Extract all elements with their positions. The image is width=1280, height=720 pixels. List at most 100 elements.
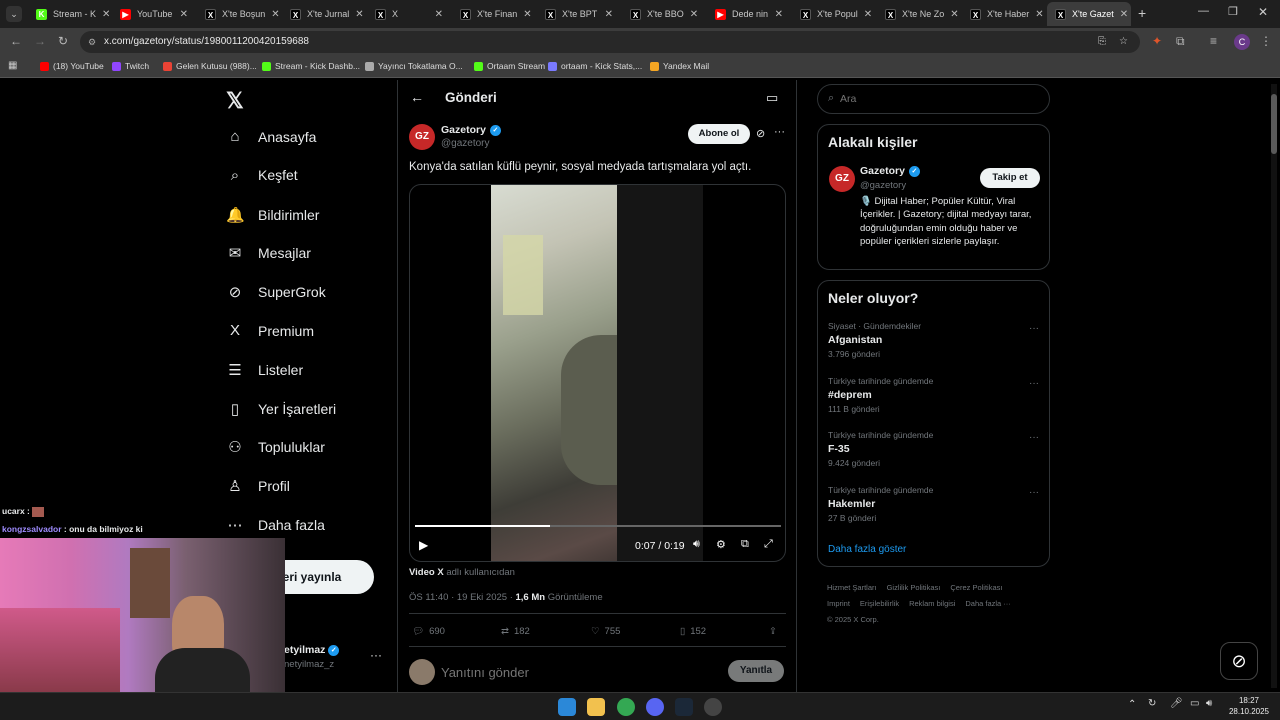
reload-icon[interactable]: ↻ (58, 34, 68, 48)
bookmark-item[interactable]: Twitch (112, 61, 149, 71)
footer-link[interactable]: Daha fazla ··· (965, 599, 1010, 608)
sidebar-item-premium[interactable]: X Premium (226, 322, 314, 339)
discord-icon[interactable] (646, 698, 664, 716)
show-more-link[interactable]: Daha fazla göster (828, 544, 906, 555)
trend-more-icon[interactable]: ··· (1029, 378, 1039, 389)
tray-chevron-icon[interactable]: ⌃ (1128, 699, 1136, 710)
tab-close-icon[interactable]: ✕ (1120, 9, 1128, 20)
tab-close-icon[interactable]: ✕ (775, 9, 783, 20)
footer-link[interactable]: Gizlilik Politikası (887, 583, 941, 592)
tab-close-icon[interactable]: ✕ (180, 9, 188, 20)
browser-tab[interactable]: X X'te Popul ✕ (792, 2, 876, 26)
browser-tab[interactable]: X X'te Gazet ✕ (1047, 2, 1131, 26)
x-logo-icon[interactable]: 𝕏 (226, 88, 244, 114)
trend-item[interactable]: Türkiye tarihinde gündemde Hakemler 27 B g… (828, 485, 933, 523)
video-progress-track[interactable] (415, 525, 781, 527)
grok-icon[interactable]: ⊘ (756, 127, 765, 140)
bookmark-item[interactable]: Yayıncı Tokatlama O... (365, 61, 463, 71)
trend-more-icon[interactable]: ··· (1029, 432, 1039, 443)
forward-icon[interactable]: → (34, 34, 46, 48)
sidebar-item-explore[interactable]: ⌕ Keşfet (226, 167, 298, 184)
trend-more-icon[interactable]: ··· (1029, 323, 1039, 334)
footer-link[interactable]: Erişilebilirlik (860, 599, 899, 608)
browser-tab[interactable]: K Stream - K ✕ (28, 2, 112, 26)
page-scrollbar[interactable] (1271, 84, 1277, 688)
media-control-icon[interactable]: ≡ (1210, 34, 1217, 48)
related-name-row[interactable]: Gazetory ✓ (860, 165, 920, 177)
video-player[interactable]: ▶ 0:07 / 0:19 🔊︎ ⚙ ⧉ ⤢ (409, 184, 786, 562)
maximize-button[interactable]: ❐ (1228, 5, 1238, 18)
sidebar-item-bookmarks[interactable]: ▯ Yer İşaretleri (226, 400, 336, 418)
account-name[interactable]: etyilmaz ✓ (284, 644, 340, 656)
back-icon[interactable]: ← (10, 34, 22, 48)
trend-item[interactable]: Siyaset · Gündemdekiler Afganistan 3.796 g… (828, 321, 921, 359)
fullscreen-icon[interactable]: ⤢ (764, 538, 773, 551)
browser-tab[interactable]: X X'te BPT ✕ (537, 2, 621, 26)
account-more-icon[interactable]: ··· (370, 648, 382, 662)
close-window-button[interactable]: ✕ (1258, 5, 1268, 19)
grok-float-button[interactable]: ⊘ (1220, 642, 1258, 680)
volume-icon[interactable]: 🔊︎ (693, 538, 700, 551)
sidebar-item-messages[interactable]: ✉ Mesajlar (226, 244, 311, 262)
file-explorer-icon[interactable] (587, 698, 605, 716)
related-avatar[interactable]: GZ (829, 166, 855, 192)
post-more-icon[interactable]: ··· (774, 126, 785, 138)
follow-button[interactable]: Takip et (980, 168, 1040, 188)
play-icon[interactable]: ▶ (419, 538, 428, 552)
bookmark-item[interactable]: Ortaam Stream (474, 61, 545, 71)
tab-close-icon[interactable]: ✕ (690, 9, 698, 20)
new-tab-button[interactable]: + (1138, 5, 1146, 21)
tab-close-icon[interactable]: ✕ (271, 9, 279, 20)
bookmark-action[interactable]: ▯ 152 (680, 626, 706, 637)
search-box[interactable]: ⌕ (817, 84, 1050, 114)
tab-close-icon[interactable]: ✕ (523, 9, 531, 20)
search-input[interactable] (840, 91, 1030, 107)
repost-action[interactable]: ⇄ 182 (501, 626, 530, 637)
tab-search-button[interactable]: ⌄ (6, 6, 22, 22)
sidebar-item-more[interactable]: ⋯ Daha fazla (226, 516, 325, 534)
bookmark-item[interactable]: Yandex Mail (650, 61, 709, 71)
apps-grid-icon[interactable]: ▦ (8, 60, 17, 71)
author-avatar[interactable]: GZ (409, 124, 435, 150)
bookmark-item[interactable]: ortaam - Kick Stats,... (548, 61, 642, 71)
minimize-button[interactable]: — (1198, 5, 1209, 17)
like-action[interactable]: ♡ 755 (591, 626, 620, 637)
sidebar-item-notifications[interactable]: 🔔 Bildirimler (226, 206, 319, 224)
browser-tab[interactable]: ▶ YouTube ✕ (112, 2, 196, 26)
scrollbar-thumb[interactable] (1271, 94, 1277, 154)
sidebar-item-communities[interactable]: ⚇ Topluluklar (226, 438, 325, 456)
browser-tab[interactable]: X X'te Finan ✕ (452, 2, 536, 26)
install-app-icon[interactable]: ⎘ (1098, 31, 1106, 53)
video-source-brand[interactable]: Video X (409, 567, 444, 578)
reader-view-icon[interactable]: ▭ (766, 90, 778, 106)
author-name-row[interactable]: Gazetory ✓ (441, 124, 501, 136)
trend-item[interactable]: Türkiye tarihinde gündemde F-35 9.424 gönd… (828, 430, 933, 468)
tray-sync-icon[interactable]: ↻ (1148, 698, 1156, 709)
footer-link[interactable]: Imprint (827, 599, 850, 608)
sidebar-item-lists[interactable]: ☰ Listeler (226, 361, 303, 379)
tab-close-icon[interactable]: ✕ (1035, 9, 1043, 20)
sidebar-item-profile[interactable]: ♙ Profil (226, 477, 290, 495)
start-icon[interactable] (558, 698, 576, 716)
chrome-icon[interactable] (617, 698, 635, 716)
browser-tab[interactable]: X X'te Haber ✕ (962, 2, 1046, 26)
sidebar-item-supergrok[interactable]: ⊘ SuperGrok (226, 283, 326, 301)
footer-link[interactable]: Reklam bilgisi (909, 599, 955, 608)
volume-tray-icon[interactable]: 🔊︎ (1206, 698, 1212, 709)
post-timestamp[interactable]: ÖS 11:40 · 19 Eki 2025 · (409, 592, 516, 603)
trend-more-icon[interactable]: ··· (1029, 487, 1039, 498)
reply-button[interactable]: Yanıtla (728, 660, 784, 682)
pip-icon[interactable]: ⧉ (741, 538, 749, 551)
steam-icon[interactable] (675, 698, 693, 716)
footer-link[interactable]: Çerez Politikası (950, 583, 1002, 592)
reply-action[interactable]: 💬︎ 690 (412, 626, 445, 637)
footer-link[interactable]: Hizmet Şartları (827, 583, 877, 592)
tab-close-icon[interactable]: ✕ (102, 9, 110, 20)
tab-close-icon[interactable]: ✕ (864, 9, 872, 20)
browser-menu-icon[interactable]: ⋮ (1260, 34, 1272, 48)
tab-close-icon[interactable]: ✕ (950, 9, 958, 20)
reply-input[interactable] (441, 663, 661, 681)
browser-tab[interactable]: X X'te BBO ✕ (622, 2, 706, 26)
display-icon[interactable]: ▭ (1190, 698, 1199, 709)
clock[interactable]: 18:27 28.10.2025 (1226, 695, 1272, 717)
